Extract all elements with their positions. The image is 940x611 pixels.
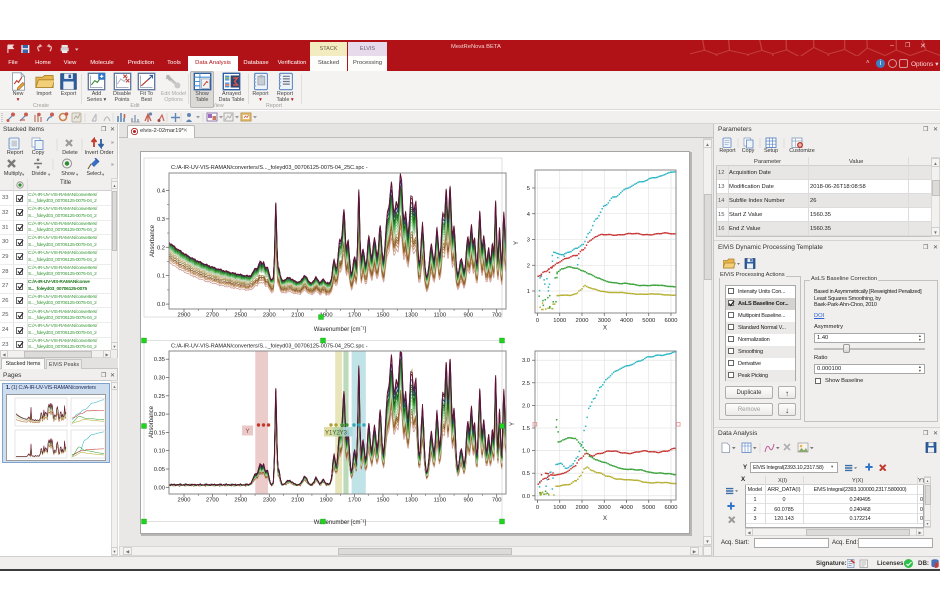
svg-text:Y1Y2Y3: Y1Y2Y3 bbox=[325, 431, 348, 437]
svg-text:Y: Y bbox=[510, 422, 516, 426]
svg-text:2000: 2000 bbox=[576, 318, 589, 324]
svg-text:1000: 1000 bbox=[553, 318, 566, 324]
svg-text:2.5: 2.5 bbox=[522, 381, 530, 387]
svg-text:1000: 1000 bbox=[553, 505, 566, 511]
svg-text:0.2: 0.2 bbox=[157, 245, 165, 251]
svg-text:1.5: 1.5 bbox=[522, 426, 530, 432]
svg-text:700: 700 bbox=[492, 313, 502, 319]
svg-text:0.05: 0.05 bbox=[154, 467, 165, 473]
svg-text:3000: 3000 bbox=[598, 505, 611, 511]
svg-text:2: 2 bbox=[527, 263, 530, 269]
svg-text:1.0: 1.0 bbox=[522, 449, 530, 455]
svg-text:1500: 1500 bbox=[377, 313, 390, 319]
svg-text:4: 4 bbox=[527, 212, 531, 218]
svg-text:2100: 2100 bbox=[291, 313, 304, 319]
svg-text:0.0: 0.0 bbox=[522, 494, 530, 500]
svg-text:2900: 2900 bbox=[178, 498, 191, 504]
svg-text:1700: 1700 bbox=[348, 498, 361, 504]
svg-text:0: 0 bbox=[536, 318, 539, 324]
svg-text:700: 700 bbox=[492, 498, 502, 504]
svg-text:X: X bbox=[603, 326, 607, 332]
svg-text:2.0: 2.0 bbox=[522, 403, 530, 409]
svg-text:3: 3 bbox=[527, 238, 530, 244]
svg-text:2000: 2000 bbox=[576, 505, 589, 511]
svg-text:Y: Y bbox=[514, 241, 520, 245]
svg-text:1500: 1500 bbox=[377, 498, 390, 504]
svg-text:Wavenumber [cmˉ¹]: Wavenumber [cmˉ¹] bbox=[314, 327, 367, 333]
svg-text:1: 1 bbox=[527, 289, 530, 295]
svg-text:0.1: 0.1 bbox=[157, 274, 165, 280]
svg-text:X: X bbox=[603, 516, 607, 522]
svg-text:2700: 2700 bbox=[206, 313, 219, 319]
svg-text:5000: 5000 bbox=[642, 318, 655, 324]
svg-text:0.15: 0.15 bbox=[154, 430, 165, 436]
svg-text:Absorbance: Absorbance bbox=[150, 224, 156, 257]
svg-text:900: 900 bbox=[463, 313, 473, 319]
svg-text:1700: 1700 bbox=[348, 313, 361, 319]
svg-text:2300: 2300 bbox=[263, 498, 276, 504]
svg-text:4000: 4000 bbox=[620, 318, 633, 324]
svg-text:0.5: 0.5 bbox=[522, 471, 530, 477]
svg-text:0: 0 bbox=[536, 505, 539, 511]
svg-text:1300: 1300 bbox=[405, 313, 418, 319]
svg-text:3.0: 3.0 bbox=[522, 358, 530, 364]
svg-text:1900: 1900 bbox=[320, 498, 333, 504]
svg-text:0.4: 0.4 bbox=[157, 188, 166, 194]
svg-text:0.00: 0.00 bbox=[154, 485, 165, 491]
svg-text:2900: 2900 bbox=[178, 313, 191, 319]
svg-text:6000: 6000 bbox=[665, 318, 678, 324]
svg-text:Absorbance: Absorbance bbox=[149, 405, 155, 438]
svg-text:0.0: 0.0 bbox=[157, 302, 165, 308]
svg-text:0.25: 0.25 bbox=[154, 394, 165, 400]
svg-text:1100: 1100 bbox=[434, 313, 446, 319]
svg-text:0.35: 0.35 bbox=[154, 357, 165, 363]
svg-text:C:/A-IR-UV-VIS-RAMAN/converter: C:/A-IR-UV-VIS-RAMAN/converters/S..._fol… bbox=[171, 344, 368, 350]
svg-text:1300: 1300 bbox=[405, 498, 418, 504]
svg-text:0.3: 0.3 bbox=[157, 217, 165, 223]
svg-text:2100: 2100 bbox=[291, 498, 304, 504]
svg-text:0.30: 0.30 bbox=[154, 376, 165, 382]
svg-text:3000: 3000 bbox=[598, 318, 611, 324]
svg-text:2300: 2300 bbox=[263, 313, 276, 319]
svg-text:Y: Y bbox=[245, 429, 249, 435]
svg-text:0.10: 0.10 bbox=[154, 449, 165, 455]
svg-text:C:/A-IR-UV-VIS-RAMAN/converter: C:/A-IR-UV-VIS-RAMAN/converters/S..._fol… bbox=[171, 165, 368, 171]
svg-text:2500: 2500 bbox=[234, 498, 247, 504]
svg-text:6000: 6000 bbox=[665, 505, 678, 511]
svg-text:5: 5 bbox=[527, 186, 530, 192]
svg-text:5000: 5000 bbox=[642, 505, 655, 511]
svg-text:1100: 1100 bbox=[434, 498, 446, 504]
svg-text:900: 900 bbox=[463, 498, 473, 504]
svg-text:2500: 2500 bbox=[234, 313, 247, 319]
svg-text:0.20: 0.20 bbox=[154, 412, 165, 418]
svg-text:4000: 4000 bbox=[620, 505, 633, 511]
svg-text:2700: 2700 bbox=[206, 498, 219, 504]
